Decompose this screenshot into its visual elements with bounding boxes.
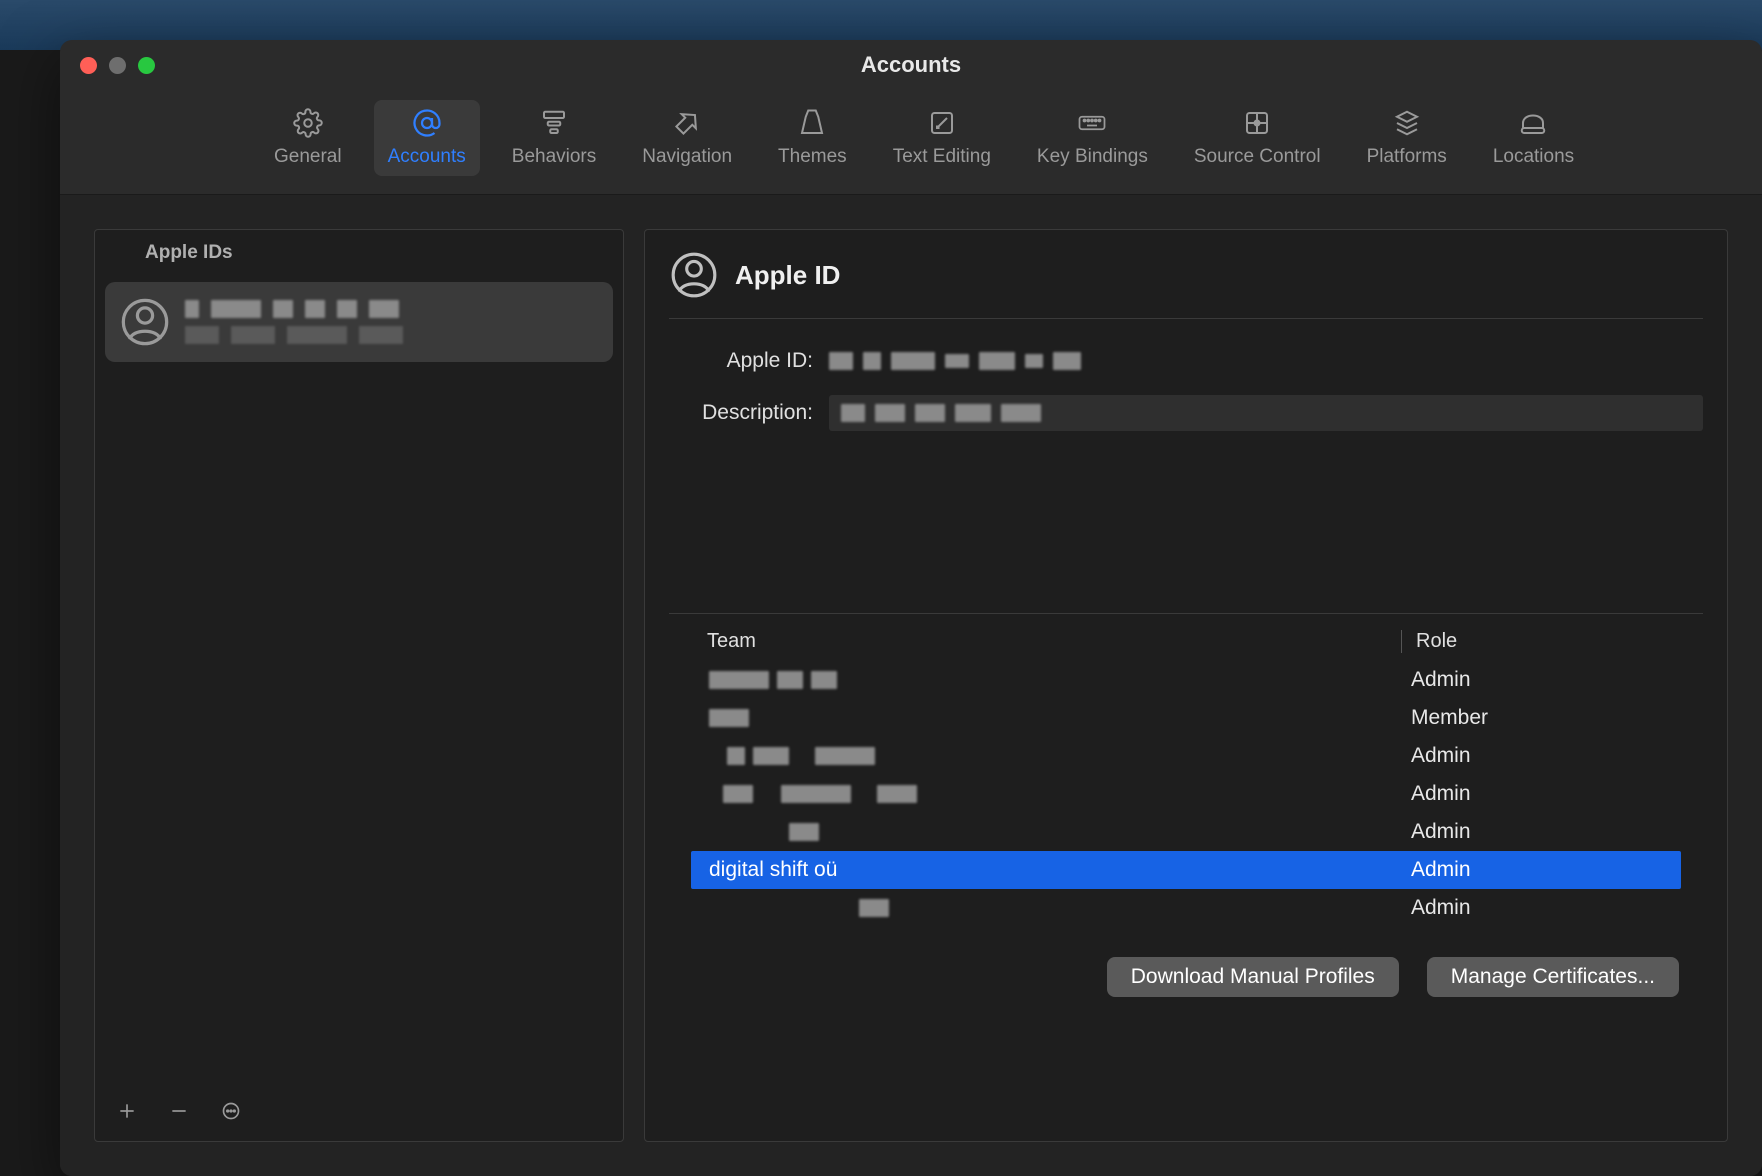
teams-table: Team Role Admin Member Admin	[669, 622, 1703, 927]
apple-id-field-row: Apple ID:	[669, 349, 1703, 373]
tab-themes[interactable]: Themes	[764, 100, 861, 176]
tab-label: Key Bindings	[1037, 146, 1148, 168]
role-cell: Admin	[1411, 896, 1671, 920]
tab-source-control[interactable]: Source Control	[1180, 100, 1335, 176]
description-label: Description:	[669, 401, 829, 425]
account-options-button[interactable]	[217, 1097, 245, 1125]
account-detail-panel: Apple ID Apple ID:	[644, 229, 1728, 1142]
table-row[interactable]: Admin	[691, 737, 1681, 775]
role-cell: Member	[1411, 706, 1671, 730]
text-editing-icon	[925, 108, 959, 138]
divider	[669, 613, 1703, 614]
tab-label: Text Editing	[893, 146, 991, 168]
navigation-icon	[670, 108, 704, 138]
role-cell: Admin	[1411, 858, 1671, 882]
download-manual-profiles-button[interactable]: Download Manual Profiles	[1107, 957, 1399, 997]
titlebar: Accounts	[60, 40, 1762, 90]
apple-id-label: Apple ID:	[669, 349, 829, 373]
table-row[interactable]: Member	[691, 699, 1681, 737]
table-row[interactable]: Admin	[691, 889, 1681, 927]
account-row-content	[185, 300, 599, 344]
tab-general[interactable]: General	[260, 100, 356, 176]
sidebar-footer	[95, 1085, 623, 1141]
account-row[interactable]	[105, 282, 613, 362]
team-cell: digital shift oü	[709, 858, 1411, 882]
tab-label: Themes	[778, 146, 847, 168]
content-area: Apple IDs	[60, 195, 1762, 1176]
user-avatar-icon	[669, 250, 719, 300]
column-role[interactable]: Role	[1401, 630, 1671, 653]
at-icon	[410, 108, 444, 138]
apple-id-value	[829, 352, 1703, 370]
accounts-sidebar: Apple IDs	[94, 229, 624, 1142]
tab-label: Behaviors	[512, 146, 597, 168]
table-row-selected[interactable]: digital shift oü Admin	[691, 851, 1681, 889]
tab-locations[interactable]: Locations	[1479, 100, 1588, 176]
table-row[interactable]: Admin	[691, 775, 1681, 813]
accounts-list	[95, 276, 623, 1085]
remove-account-button[interactable]	[165, 1097, 193, 1125]
tab-label: Accounts	[388, 146, 466, 168]
traffic-lights	[80, 57, 155, 74]
description-value	[829, 395, 1703, 431]
tab-label: Platforms	[1367, 146, 1447, 168]
tab-label: Source Control	[1194, 146, 1321, 168]
minimize-window-button[interactable]	[109, 57, 126, 74]
preferences-window: Accounts General Accounts Behaviors Navi…	[60, 40, 1762, 1176]
key-bindings-icon	[1075, 108, 1109, 138]
tab-key-bindings[interactable]: Key Bindings	[1023, 100, 1162, 176]
description-input[interactable]	[829, 395, 1703, 431]
tab-behaviors[interactable]: Behaviors	[498, 100, 611, 176]
sidebar-header: Apple IDs	[95, 230, 623, 276]
role-cell: Admin	[1411, 668, 1671, 692]
tab-label: Locations	[1493, 146, 1574, 168]
detail-header: Apple ID	[669, 250, 1703, 319]
preferences-toolbar: General Accounts Behaviors Navigation Th…	[60, 90, 1762, 195]
close-window-button[interactable]	[80, 57, 97, 74]
column-team[interactable]: Team	[701, 630, 1401, 653]
tab-navigation[interactable]: Navigation	[628, 100, 746, 176]
table-row[interactable]: Admin	[691, 813, 1681, 851]
tab-platforms[interactable]: Platforms	[1353, 100, 1461, 176]
zoom-window-button[interactable]	[138, 57, 155, 74]
platforms-icon	[1390, 108, 1424, 138]
manage-certificates-button[interactable]: Manage Certificates...	[1427, 957, 1679, 997]
tab-text-editing[interactable]: Text Editing	[879, 100, 1005, 176]
table-header: Team Role	[691, 622, 1681, 661]
locations-icon	[1516, 108, 1550, 138]
role-cell: Admin	[1411, 744, 1671, 768]
table-body: Admin Member Admin Admin	[691, 661, 1681, 927]
description-field-row: Description:	[669, 395, 1703, 431]
role-cell: Admin	[1411, 820, 1671, 844]
table-row[interactable]: Admin	[691, 661, 1681, 699]
tab-label: Navigation	[642, 146, 732, 168]
role-cell: Admin	[1411, 782, 1671, 806]
detail-actions: Download Manual Profiles Manage Certific…	[669, 927, 1703, 997]
behaviors-icon	[537, 108, 571, 138]
tab-label: General	[274, 146, 342, 168]
detail-fields: Apple ID: Descripti	[669, 319, 1703, 463]
add-account-button[interactable]	[113, 1097, 141, 1125]
user-avatar-icon	[119, 296, 171, 348]
themes-icon	[795, 108, 829, 138]
gear-icon	[291, 108, 325, 138]
window-title: Accounts	[60, 52, 1762, 78]
tab-accounts[interactable]: Accounts	[374, 100, 480, 176]
source-control-icon	[1240, 108, 1274, 138]
detail-title: Apple ID	[735, 260, 840, 291]
